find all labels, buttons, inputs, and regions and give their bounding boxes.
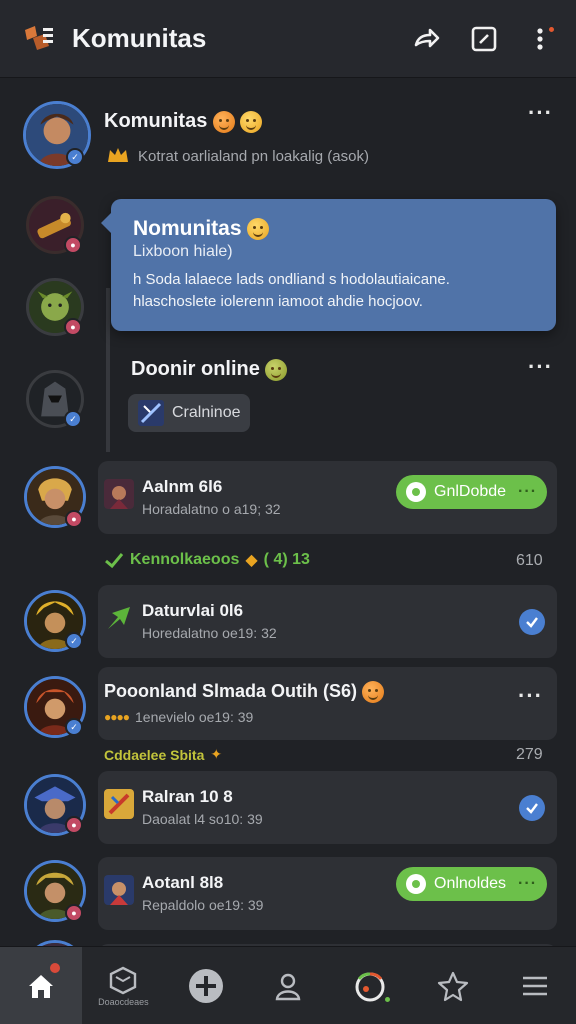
nav-games[interactable] — [329, 947, 411, 1024]
status-badge: ● — [65, 816, 83, 834]
emoji-icon — [247, 218, 270, 241]
tooltip-title: Nomunitas — [133, 217, 534, 241]
section-header: Cddaelee Sbita ✦ — [104, 746, 223, 763]
more-options-icon[interactable]: ··· — [518, 483, 537, 501]
fire-icon: ◆ — [245, 552, 258, 569]
online-dot — [385, 997, 391, 1002]
notification-dot — [48, 961, 62, 975]
top-app-bar: Komunitas — [0, 0, 576, 78]
status-badge: ● — [64, 318, 82, 336]
more-options-icon[interactable]: ··· — [518, 683, 543, 709]
status-badge: ✓ — [65, 718, 83, 736]
profile-icon — [275, 973, 301, 1000]
compose-icon[interactable] — [468, 23, 500, 55]
checkmark-icon[interactable] — [519, 795, 545, 821]
game-controller-icon — [355, 972, 385, 1001]
nav-communities[interactable]: Doaocdeaes — [82, 947, 164, 1024]
online-status-button[interactable]: GnlDobde ··· — [396, 475, 548, 509]
status-badge: ● — [65, 904, 83, 922]
pill-label: GnlDobde — [434, 483, 507, 500]
item-name: Aotanl 8l8 — [142, 873, 224, 892]
nav-menu[interactable] — [494, 947, 576, 1024]
item-subtitle: Horadalatno o a19; 32 — [142, 501, 281, 517]
nav-favorites[interactable] — [411, 947, 493, 1024]
checkmark-icon[interactable] — [519, 609, 545, 635]
more-options-icon[interactable]: ··· — [528, 354, 553, 380]
item-name: Daturvlai 0l6 — [142, 601, 244, 620]
crown-icon — [108, 148, 128, 162]
verified-leaf-icon — [108, 607, 130, 629]
list-item[interactable]: Ralran 10 8 Daoalat l4 so10: 39 — [98, 771, 557, 844]
sparkle-icon: ✦ — [210, 746, 223, 762]
list-item[interactable]: Pooonland Slmada Outih (S6) ●●●● 1enevie… — [98, 667, 557, 740]
checkmark-icon — [105, 553, 124, 569]
game-thumbnail-icon — [104, 875, 134, 905]
online-chip[interactable]: Cralninoe — [128, 394, 251, 432]
chip-label: Cralninoe — [172, 404, 241, 421]
share-icon[interactable] — [410, 23, 442, 55]
add-icon — [188, 968, 223, 1003]
verified-badge-icon: ✓ — [66, 148, 84, 166]
emoji-icon — [240, 110, 263, 133]
profile-name: Komunitas — [104, 110, 263, 133]
section-header: Kennolkaeoos ◆ ( 4) 13 — [104, 550, 310, 570]
notification-dot — [547, 24, 556, 34]
more-options-icon[interactable]: ··· — [518, 875, 537, 893]
item-subtitle: Horedalatno oe19: 32 — [142, 625, 277, 641]
gamepad-icon — [406, 482, 426, 502]
item-subtitle: Daoalat l4 so10: 39 — [142, 811, 263, 827]
item-subtitle: 1enevielo oe19: 39 — [135, 709, 254, 725]
list-item[interactable]: Aotanl 8l8 Repaldolo oe19: 39 Onlnoldes … — [98, 857, 557, 930]
emoji-icon — [362, 681, 385, 704]
online-status-button[interactable]: Onlnoldes ··· — [396, 867, 548, 901]
status-badge: ● — [65, 510, 83, 528]
menu-icon — [522, 976, 547, 995]
item-name: Pooonland Slmada Outih (S6) — [104, 681, 385, 704]
item-subtitle: Repaldolo oe19: 39 — [142, 897, 264, 913]
pill-label: Onlnoldes — [434, 875, 507, 892]
item-name: Aalnm 6l6 — [142, 477, 223, 496]
more-options-icon[interactable]: ··· — [528, 100, 553, 126]
status-badge: ✓ — [64, 410, 82, 428]
emoji-icon — [212, 110, 235, 133]
game-thumbnail-icon — [104, 479, 134, 509]
nav-label: Doaocdeaes — [98, 996, 149, 1007]
cube-icon — [110, 966, 137, 994]
rating-icon: ●●●● — [104, 710, 130, 724]
thread-line — [106, 288, 110, 452]
list-item[interactable]: Aalnm 6l6 Horadalatno o a19; 32 GnlDobde… — [98, 461, 557, 534]
status-badge: ✓ — [65, 632, 83, 650]
status-badge: ● — [64, 236, 82, 254]
logo-icon — [18, 19, 58, 59]
section-count: 610 — [516, 552, 543, 569]
tooltip-subtitle: Lixboon hiale) — [133, 243, 233, 260]
app-title: Komunitas — [72, 23, 207, 53]
nav-home[interactable] — [0, 947, 83, 1024]
online-section-title: Doonir online — [131, 358, 288, 381]
nav-profile[interactable] — [247, 947, 329, 1024]
list-item[interactable]: Daturvlai 0l6 Horedalatno oe19: 32 — [98, 585, 557, 658]
emoji-icon — [265, 358, 288, 381]
section-count: 279 — [516, 746, 543, 763]
nav-add[interactable] — [165, 947, 247, 1024]
item-name: Ralran 10 8 — [142, 787, 233, 806]
profile-subtitle: Kotrat oarlialand pn loakalig (asok) — [138, 147, 369, 165]
more-vertical-icon[interactable] — [526, 23, 558, 55]
tooltip-card: Nomunitas Lixboon hiale) h Soda lalaece … — [101, 199, 556, 331]
bottom-navigation: Doaocdeaes — [0, 946, 576, 1024]
star-icon — [437, 971, 468, 1001]
tooltip-body: h Soda lalaece lads ondliand s hodolauti… — [133, 271, 450, 310]
gamepad-icon — [406, 874, 426, 894]
game-thumbnail-icon — [104, 789, 134, 819]
game-thumbnail-icon — [138, 400, 164, 426]
feed[interactable]: ✓ Komunitas Kotrat oarlialand pn loakali… — [0, 78, 576, 946]
